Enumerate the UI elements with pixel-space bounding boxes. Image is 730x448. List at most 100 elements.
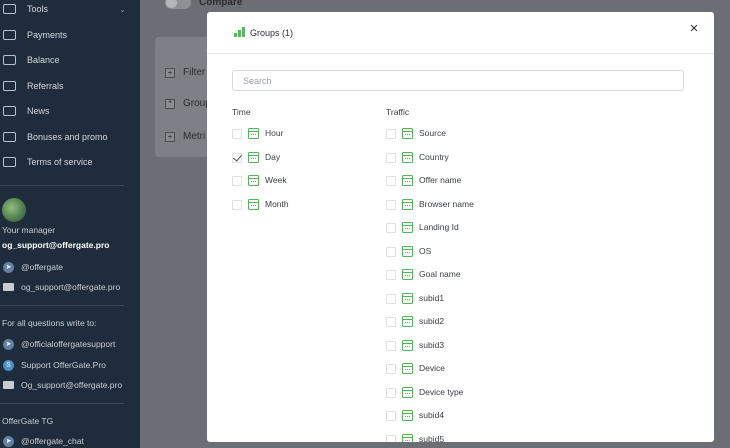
- option-label: Goal name: [419, 269, 461, 279]
- calendar-icon: [248, 198, 259, 210]
- option-label: Day: [265, 151, 281, 162]
- option-label: subid1: [419, 292, 445, 303]
- checkbox[interactable]: [386, 340, 396, 351]
- option-label: OS: [419, 245, 432, 256]
- sidebar-item-label: News: [27, 106, 50, 116]
- questions-label: For all questions write to:: [2, 318, 97, 328]
- group-option-browser-name[interactable]: Browser name: [386, 198, 526, 212]
- option-label: Device: [419, 363, 445, 373]
- group-option-landing-id[interactable]: Landing Id: [386, 221, 526, 235]
- option-label: Month: [265, 198, 289, 209]
- compare-toggle[interactable]: Compare: [165, 0, 242, 9]
- expand-icon: *: [165, 98, 175, 109]
- checkbox[interactable]: [232, 199, 242, 210]
- search-input[interactable]: [232, 70, 684, 91]
- calendar-icon: [402, 339, 413, 351]
- toggle-switch[interactable]: [165, 0, 191, 9]
- group-option-subid1[interactable]: subid1: [386, 292, 526, 306]
- option-label: Device type: [419, 386, 464, 397]
- checkbox[interactable]: [386, 270, 396, 280]
- checkbox[interactable]: [386, 199, 396, 210]
- modal-header: Groups (1) ×: [207, 12, 714, 54]
- checkbox[interactable]: [232, 176, 242, 186]
- manager-label: Your manager: [2, 225, 56, 235]
- group-option-device-type[interactable]: Device type: [386, 386, 526, 400]
- calendar-icon: [402, 175, 413, 186]
- sidebar-item-balance[interactable]: Balance: [0, 49, 140, 71]
- group-option-source[interactable]: Source: [386, 127, 526, 141]
- group-option-subid4[interactable]: subid4: [386, 409, 526, 423]
- card-icon: [3, 30, 16, 40]
- contact-label: @officialoffergatesupport: [21, 339, 116, 349]
- time-heading: Time: [232, 107, 251, 117]
- option-label: Browser name: [419, 198, 474, 209]
- book-icon: [3, 157, 16, 167]
- group-option-goal-name[interactable]: Goal name: [386, 268, 526, 282]
- traffic-heading: Traffic: [386, 107, 410, 117]
- section-label: Filter: [183, 67, 206, 78]
- sidebar-item-terms-of-service[interactable]: Terms of service: [0, 151, 140, 173]
- close-icon[interactable]: ×: [687, 21, 701, 36]
- group-option-subid5[interactable]: subid5: [386, 433, 526, 442]
- sidebar-item-news[interactable]: News: [0, 100, 140, 122]
- group-option-subid2[interactable]: subid2: [386, 315, 526, 329]
- section-group[interactable]: * Group: [165, 98, 211, 109]
- calendar-icon: [402, 410, 413, 421]
- telegram-icon: ➤: [3, 338, 14, 350]
- checkbox[interactable]: [386, 223, 396, 233]
- calendar-icon: [402, 269, 413, 280]
- group-option-device[interactable]: Device: [386, 362, 526, 376]
- calendar-icon: [402, 292, 413, 304]
- group-option-offer-name[interactable]: Offer name: [386, 174, 526, 188]
- section-metri[interactable]: + Metri: [165, 131, 205, 142]
- group-option-os[interactable]: OS: [386, 245, 526, 259]
- group-option-week[interactable]: Week: [232, 174, 372, 188]
- divider: [0, 305, 124, 306]
- checkbox[interactable]: [386, 176, 396, 186]
- checkbox[interactable]: [386, 364, 396, 374]
- option-label: Source: [419, 128, 446, 138]
- section-filter[interactable]: + Filter: [165, 67, 205, 78]
- telegram-icon: ➤: [3, 261, 14, 273]
- group-option-month[interactable]: Month: [232, 198, 372, 212]
- calendar-icon: [402, 198, 413, 210]
- news-icon: [3, 106, 16, 116]
- group-option-day[interactable]: Day: [232, 151, 372, 165]
- checkbox[interactable]: [386, 152, 396, 163]
- telegram-icon: ➤: [3, 435, 14, 447]
- sidebar-item-label: Bonuses and promo: [27, 132, 108, 142]
- checkbox[interactable]: [386, 293, 396, 304]
- calendar-icon: [402, 433, 413, 442]
- mail-icon: [3, 283, 14, 291]
- sidebar-item-referrals[interactable]: Referrals: [0, 75, 140, 97]
- option-label: Country: [419, 151, 449, 162]
- checkbox[interactable]: [232, 129, 242, 139]
- expand-icon: +: [165, 131, 175, 142]
- checkbox[interactable]: [386, 411, 396, 421]
- group-option-subid3[interactable]: subid3: [386, 339, 526, 353]
- sidebar: Tools ⌄ Payments Balance Referrals News Bonuse…: [0, 0, 140, 448]
- checkbox[interactable]: [386, 246, 396, 257]
- checkbox[interactable]: [232, 152, 242, 163]
- sidebar-item-bonuses-and-promo[interactable]: Bonuses and promo: [0, 126, 140, 148]
- tools-icon: [3, 4, 16, 14]
- calendar-icon: [248, 128, 259, 139]
- groups-modal: Groups (1) × Time Traffic Hour Day Week Mon…: [207, 12, 714, 442]
- sidebar-item-label: Payments: [27, 30, 68, 40]
- contact-label: @offergate_chat: [21, 436, 84, 446]
- sidebar-item-payments[interactable]: Payments: [0, 24, 140, 46]
- contact-label: Og_support@offergate.pro: [21, 380, 123, 390]
- checkbox[interactable]: [386, 317, 396, 327]
- group-option-country[interactable]: Country: [386, 151, 526, 165]
- checkbox[interactable]: [386, 434, 396, 442]
- sidebar-item-tools[interactable]: Tools ⌄: [0, 0, 140, 20]
- checkbox[interactable]: [386, 129, 396, 139]
- section-label: Metri: [183, 131, 206, 142]
- checkbox[interactable]: [386, 387, 396, 398]
- option-label: Week: [265, 175, 287, 185]
- group-option-hour[interactable]: Hour: [232, 127, 372, 141]
- calendar-icon: [402, 316, 413, 327]
- calendar-icon: [402, 363, 413, 374]
- modal-title: Groups (1): [250, 28, 294, 38]
- contact-label: @offergate: [21, 262, 64, 272]
